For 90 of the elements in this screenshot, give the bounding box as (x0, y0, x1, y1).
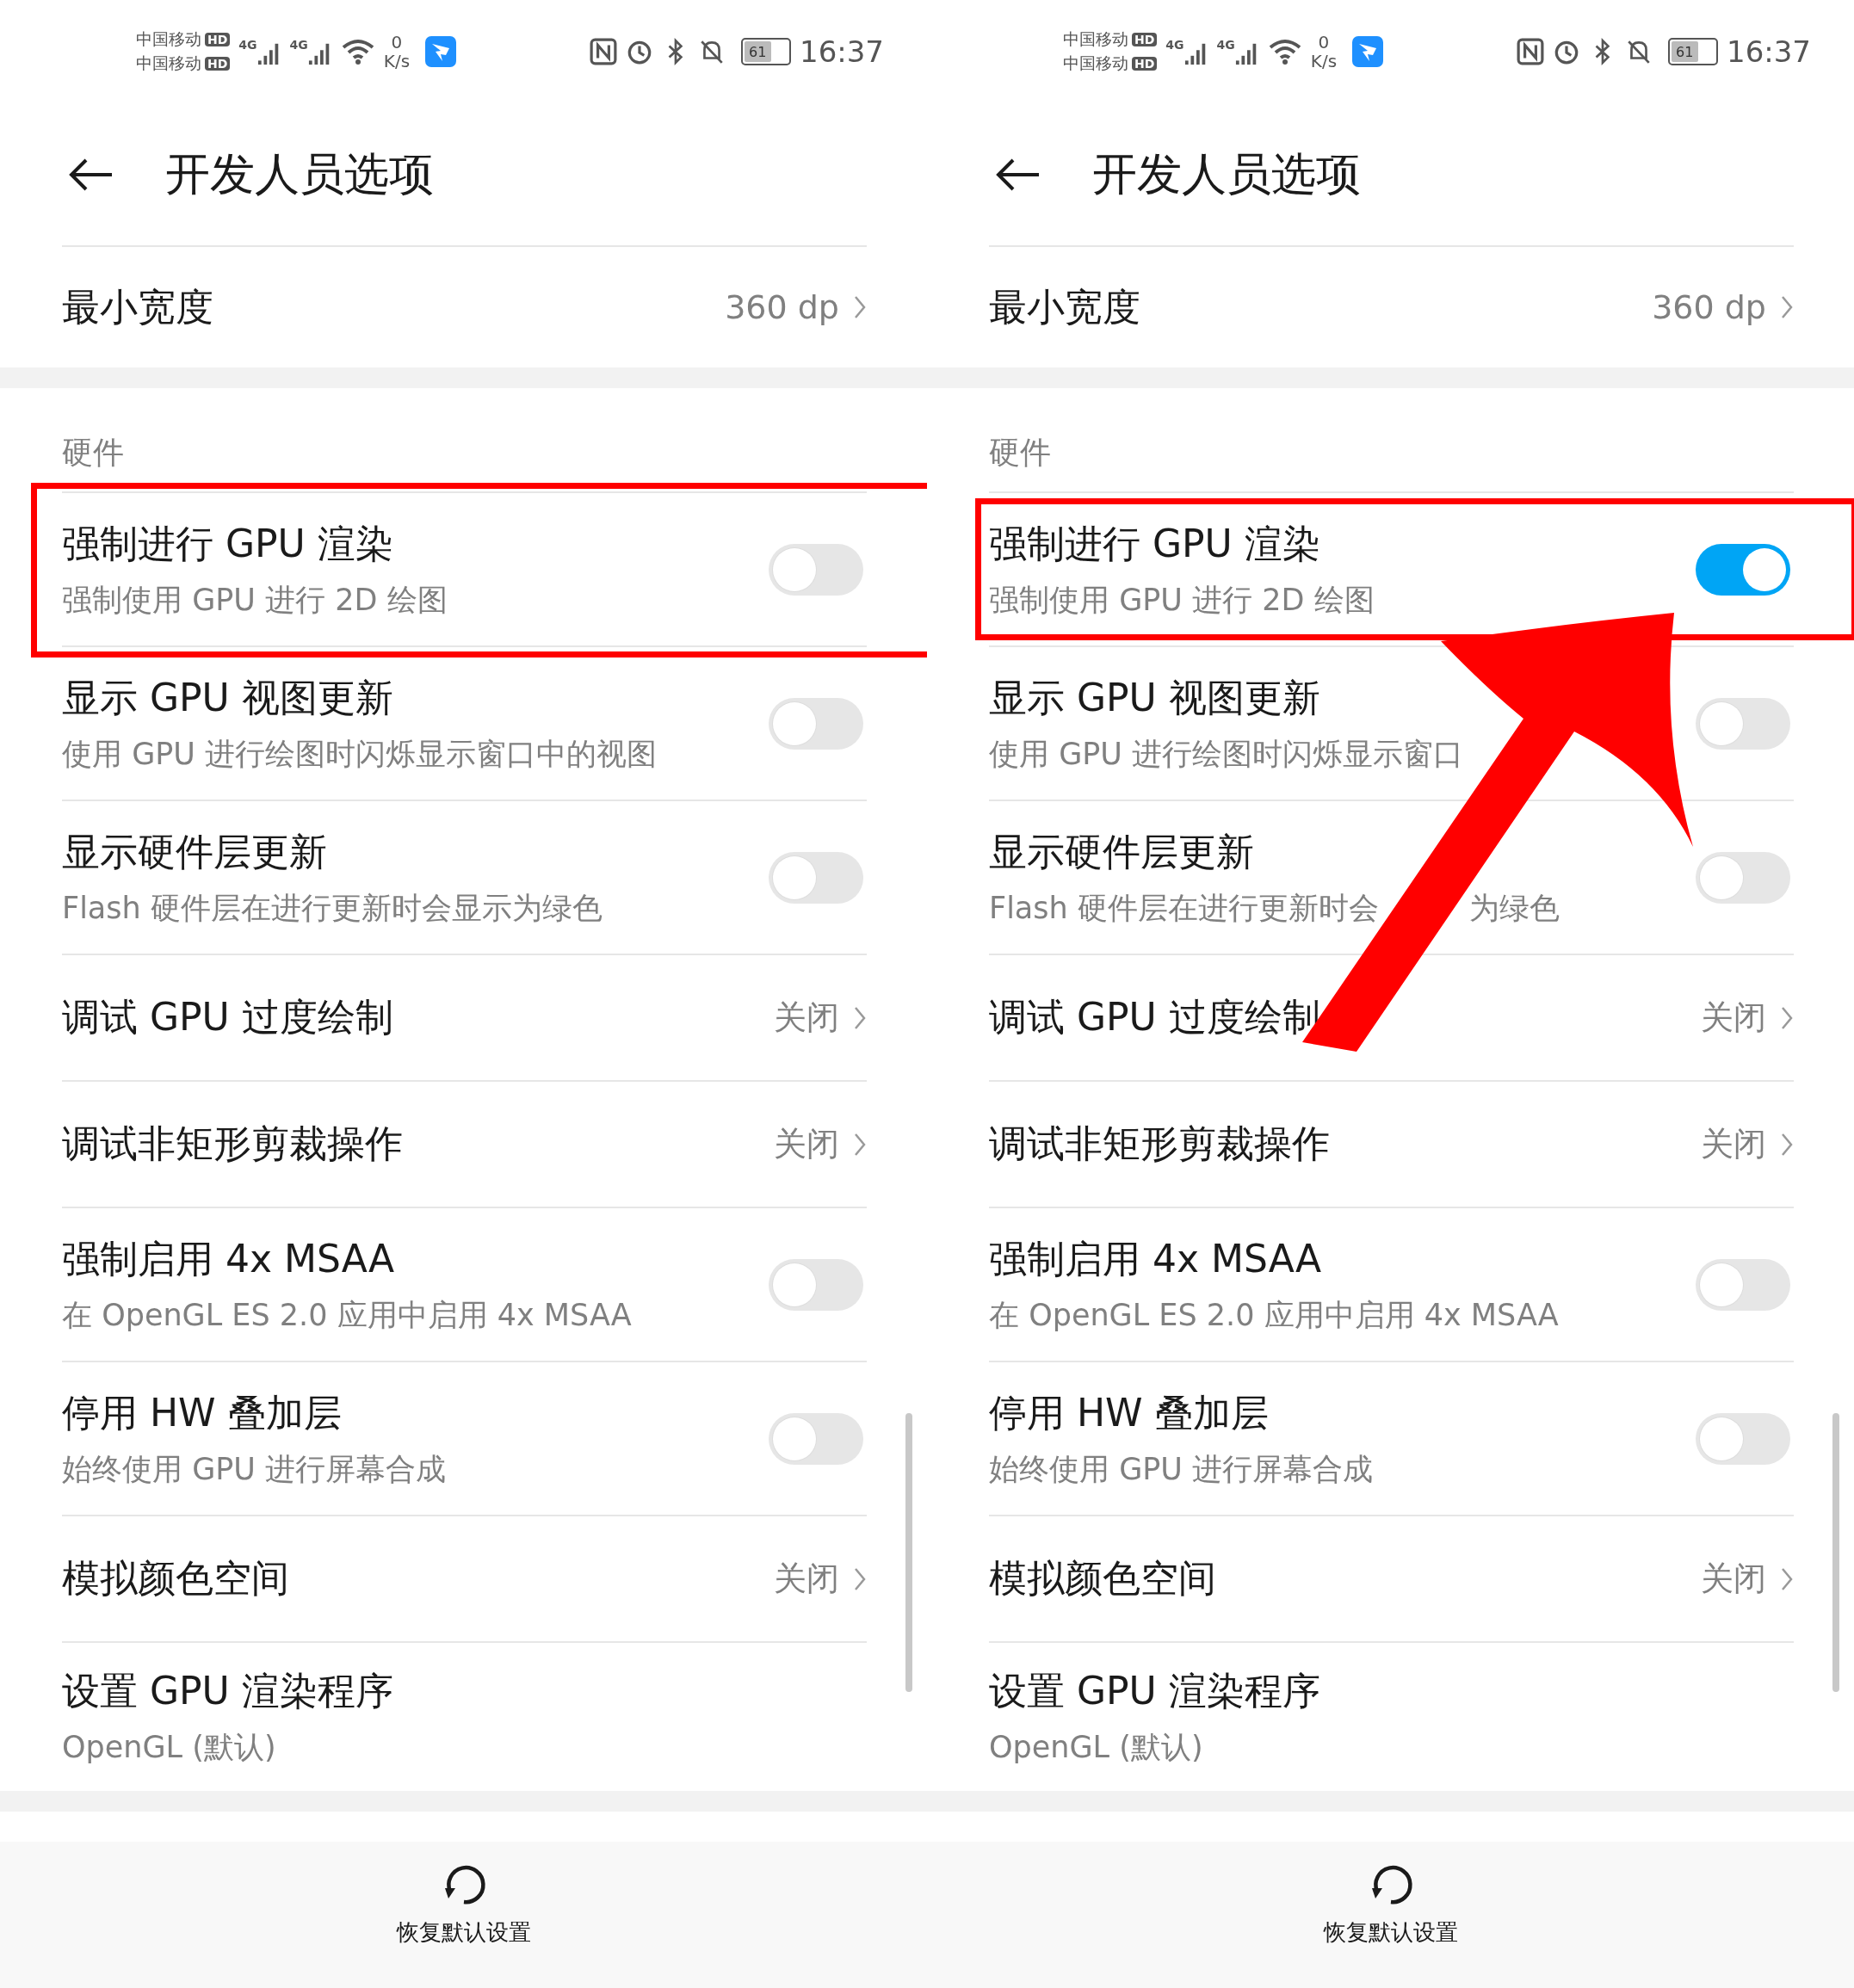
section-header: 硬件 (989, 434, 1052, 472)
setting-title: 最小宽度 (989, 283, 1141, 330)
settings-row[interactable]: 停用 HW 叠加层 始终使用 GPU 进行屏幕合成 (989, 1361, 1794, 1515)
setting-description: 使用 GPU 进行绘图时闪烁显示窗口 (989, 735, 1465, 773)
setting-title: 强制启用 4x MSAA (989, 1235, 1323, 1282)
battery-level: 61 (1672, 41, 1698, 62)
setting-description: Flash 硬件层在进行更新时会 (989, 889, 1379, 927)
setting-title: 强制进行 GPU 渲染 (989, 520, 1321, 567)
reset-button[interactable]: 恢复默认设置 (1314, 1842, 1467, 1988)
carrier-name: 中国移动 (1063, 52, 1128, 74)
settings-row[interactable]: 强制进行 GPU 渲染 强制使用 GPU 进行 2D 绘图 (62, 491, 867, 645)
settings-row[interactable]: 显示硬件层更新 Flash 硬件层在进行更新时会显示为绿色 (62, 800, 867, 954)
setting-description: 为绿色 (1468, 889, 1560, 927)
speed-value: 0 (391, 33, 403, 52)
nfc-icon (1517, 38, 1544, 65)
section-header: 硬件 (62, 434, 125, 472)
setting-value: 关闭 (774, 997, 839, 1038)
setting-title: 显示硬件层更新 (62, 828, 328, 875)
setting-description: 在 OpenGL ES 2.0 应用中启用 4x MSAA (989, 1296, 1560, 1334)
setting-title: 显示 GPU 视图更新 (62, 674, 394, 721)
setting-description: OpenGL (默认) (62, 1729, 277, 1766)
reset-label: 恢复默认设置 (1323, 1918, 1458, 1947)
setting-value: 关闭 (1701, 1124, 1766, 1164)
setting-title: 显示 GPU 视图更新 (989, 674, 1321, 721)
setting-value: 360 dp (725, 288, 839, 326)
setting-description: Flash 硬件层在进行更新时会显示为绿色 (62, 889, 603, 927)
setting-description: OpenGL (默认) (989, 1729, 1204, 1766)
setting-value: 关闭 (1701, 997, 1766, 1038)
settings-row[interactable]: 停用 HW 叠加层 始终使用 GPU 进行屏幕合成 (62, 1361, 867, 1515)
speed-unit: K/s (383, 52, 411, 71)
setting-description: 使用 GPU 进行绘图时闪烁显示窗口中的视图 (62, 735, 658, 773)
chevron-icon (853, 294, 867, 320)
setting-description: 强制使用 GPU 进行 2D 绘图 (989, 581, 1375, 619)
carrier-name: 中国移动 (1063, 28, 1128, 50)
setting-value: 关闭 (774, 1124, 839, 1164)
speed-unit: K/s (1310, 52, 1338, 71)
settings-row[interactable]: 调试非矩形剪裁操作 关闭 (989, 1080, 1794, 1207)
hd-badge: HD (205, 57, 231, 71)
wifi-icon (1267, 38, 1302, 65)
back-icon[interactable] (69, 157, 114, 192)
setting-title: 最小宽度 (62, 283, 214, 330)
network-type: 4G (1216, 38, 1235, 52)
setting-value: 关闭 (774, 1559, 839, 1599)
app-notification-icon (425, 36, 457, 67)
setting-title: 显示硬件层更新 (989, 828, 1255, 875)
chevron-icon (1780, 294, 1794, 320)
nfc-icon (590, 38, 617, 65)
network-type: 4G (238, 38, 257, 52)
settings-row[interactable]: 强制启用 4x MSAA 在 OpenGL ES 2.0 应用中启用 4x MSAA (62, 1207, 867, 1361)
carrier-name: 中国移动 (136, 28, 201, 50)
speed-value: 0 (1318, 33, 1330, 52)
setting-description: 强制使用 GPU 进行 2D 绘图 (62, 581, 448, 619)
back-icon[interactable] (996, 157, 1041, 192)
setting-title: 强制进行 GPU 渲染 (62, 520, 394, 567)
setting-title: 停用 HW 叠加层 (62, 1389, 343, 1436)
setting-title: 停用 HW 叠加层 (989, 1389, 1270, 1436)
setting-title: 调试 GPU 过度绘制 (62, 994, 394, 1040)
page-title: 开发人员选项 (165, 146, 434, 201)
settings-row[interactable]: 强制启用 4x MSAA 在 OpenGL ES 2.0 应用中启用 4x MSAA (989, 1207, 1794, 1361)
settings-row[interactable]: 模拟颜色空间 关闭 (989, 1515, 1794, 1641)
setting-description: 在 OpenGL ES 2.0 应用中启用 4x MSAA (62, 1296, 633, 1334)
carrier-name: 中国移动 (136, 52, 201, 74)
app-notification-icon (1352, 36, 1384, 67)
settings-row[interactable]: 调试非矩形剪裁操作 关闭 (62, 1080, 867, 1207)
setting-title: 强制启用 4x MSAA (62, 1235, 396, 1282)
network-type: 4G (289, 38, 308, 52)
settings-row[interactable]: 显示 GPU 视图更新 使用 GPU 进行绘图时闪烁显示窗口中的视图 (62, 645, 867, 800)
setting-title: 调试非矩形剪裁操作 (62, 1121, 404, 1167)
hd-badge: HD (1132, 33, 1158, 46)
reset-button[interactable]: 恢复默认设置 (387, 1842, 540, 1988)
setting-title: 模拟颜色空间 (989, 1555, 1217, 1602)
setting-title: 设置 GPU 渲染程序 (989, 1668, 1321, 1714)
settings-row[interactable]: 模拟颜色空间 关闭 (62, 1515, 867, 1641)
hd-badge: HD (205, 33, 231, 46)
battery-level: 61 (745, 41, 771, 62)
setting-description: 始终使用 GPU 进行屏幕合成 (989, 1450, 1375, 1488)
clock: 16:37 (800, 34, 884, 69)
page-title: 开发人员选项 (1092, 146, 1361, 201)
setting-value: 360 dp (1652, 288, 1766, 326)
reset-label: 恢复默认设置 (396, 1918, 531, 1947)
wifi-icon (340, 38, 375, 65)
network-type: 4G (1165, 38, 1184, 52)
hd-badge: HD (1132, 57, 1158, 71)
setting-title: 模拟颜色空间 (62, 1555, 290, 1602)
setting-value: 关闭 (1701, 1559, 1766, 1599)
setting-title: 设置 GPU 渲染程序 (62, 1668, 394, 1714)
setting-description: 始终使用 GPU 进行屏幕合成 (62, 1450, 448, 1488)
setting-title: 调试非矩形剪裁操作 (989, 1121, 1331, 1167)
settings-row[interactable]: 调试 GPU 过度绘制 关闭 (62, 954, 867, 1080)
clock: 16:37 (1727, 34, 1811, 69)
